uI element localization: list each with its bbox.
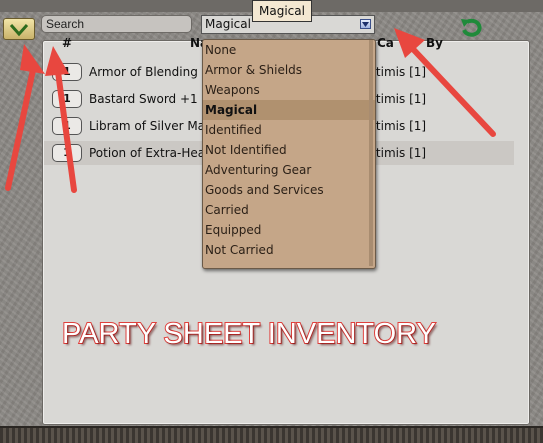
header-carried-by[interactable]: Ca [377,36,394,50]
annotation-caption: PARTY SHEET INVENTORY [61,317,437,351]
filter-option-goods-services[interactable]: Goods and Services [203,180,375,200]
quantity-badge[interactable]: 1 [52,63,82,81]
item-carried-by: rtimis [1] [371,92,427,106]
filter-option-adventuring-gear[interactable]: Adventuring Gear [203,160,375,180]
filter-option-armor-shields[interactable]: Armor & Shields [203,60,375,80]
quantity-badge[interactable]: 1 [52,90,82,108]
item-name: Bastard Sword +1 Fl [89,92,212,106]
filter-option-carried[interactable]: Carried [203,200,375,220]
refresh-icon[interactable] [458,17,484,39]
filter-tooltip: Magical [252,0,312,22]
filter-option-magical[interactable]: Magical [203,100,375,120]
quantity-badge[interactable]: 1 [52,144,82,162]
header-carried-by-rest: By [426,36,443,50]
filter-option-none[interactable]: None [203,40,375,60]
filter-option-equipped[interactable]: Equipped [203,220,375,240]
item-carried-by: rtimis [1] [371,119,427,133]
filter-option-not-identified[interactable]: Not Identified [203,140,375,160]
filter-option-identified[interactable]: Identified [203,120,375,140]
filter-dropdown-list: None Armor & Shields Weapons Magical Ide… [202,39,376,269]
item-name: Potion of Extra-Heali [89,146,212,160]
chevron-down-icon[interactable] [360,19,371,29]
filter-option-not-carried[interactable]: Not Carried [203,240,375,260]
item-carried-by: rtimis [1] [371,146,427,160]
dropdown-scrollbar[interactable] [369,40,373,266]
filter-toggle-button[interactable] [3,18,35,40]
item-carried-by: rtimis [1] [371,65,427,79]
filter-option-weapons[interactable]: Weapons [203,80,375,100]
quantity-badge[interactable]: 1 [52,117,82,135]
item-name: Libram of Silver Mag [89,119,213,133]
search-input[interactable] [41,15,192,33]
header-count: # [62,36,73,50]
item-name: Armor of Blending [89,65,198,79]
bottom-border [0,426,543,443]
checkmark-icon [9,24,29,37]
filter-selected-value: Magical [205,17,251,31]
